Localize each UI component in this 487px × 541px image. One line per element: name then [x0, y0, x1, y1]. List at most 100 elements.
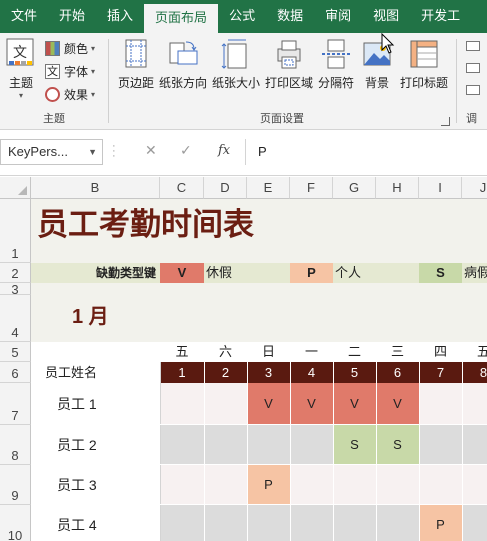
day-number-6[interactable]: 6 [376, 362, 419, 383]
attendance-cell[interactable] [333, 505, 376, 541]
row-header-3[interactable]: 3 [0, 283, 31, 297]
attendance-cell[interactable]: V [247, 383, 290, 425]
scale-icon[interactable] [466, 85, 480, 95]
name-box-dropdown-icon[interactable]: ▼ [88, 140, 97, 164]
column-header-C[interactable]: C [160, 177, 204, 199]
attendance-cell[interactable]: P [247, 465, 290, 505]
legend-desc-V[interactable]: 休假 [206, 263, 232, 283]
fonts-button[interactable]: 文 字体 ▾ [45, 63, 95, 80]
row-header-10[interactable]: 10 [0, 505, 31, 541]
tab-1[interactable]: 开始 [48, 0, 96, 33]
height-icon[interactable] [466, 63, 480, 73]
row-header-6[interactable]: 6 [0, 362, 31, 383]
column-header-H[interactable]: H [376, 177, 419, 199]
day-number-4[interactable]: 4 [290, 362, 333, 383]
orientation-button[interactable]: 纸张方向 [157, 37, 209, 91]
tab-2[interactable]: 插入 [96, 0, 144, 33]
day-number-3[interactable]: 3 [247, 362, 290, 383]
size-button[interactable]: 纸张大小 [210, 37, 262, 91]
attendance-cell[interactable]: V [290, 383, 333, 425]
attendance-cell[interactable] [204, 505, 247, 541]
tab-3[interactable]: 页面布局 [144, 4, 219, 33]
colors-button[interactable]: 颜色 ▾ [45, 40, 95, 57]
row-header-8[interactable]: 8 [0, 425, 31, 465]
enter-icon[interactable]: ✓ [180, 142, 192, 159]
column-header-D[interactable]: D [204, 177, 247, 199]
attendance-cell[interactable] [160, 505, 204, 541]
row-header-9[interactable]: 9 [0, 465, 31, 505]
cancel-icon[interactable]: ✕ [145, 142, 157, 159]
day-number-7[interactable]: 7 [419, 362, 462, 383]
row-header-7[interactable]: 7 [0, 383, 31, 425]
tab-8[interactable]: 开发工 [410, 0, 471, 33]
attendance-cell[interactable] [376, 505, 419, 541]
column-header-G[interactable]: G [333, 177, 376, 199]
margins-button[interactable]: 页边距 [114, 37, 158, 91]
column-header-B[interactable]: B [31, 177, 160, 199]
attendance-cell[interactable] [204, 465, 247, 505]
attendance-cell[interactable]: V [376, 383, 419, 425]
breaks-button[interactable]: 分隔符 [314, 37, 358, 91]
employee-name-header[interactable]: 员工姓名 [31, 362, 160, 383]
legend-desc-P[interactable]: 个人 [335, 263, 361, 283]
attendance-cell[interactable] [462, 383, 487, 425]
page-setup-dialog-launcher-icon[interactable] [441, 117, 450, 126]
attendance-cell[interactable]: S [333, 425, 376, 465]
formula-input[interactable]: P [245, 139, 487, 165]
attendance-cell[interactable] [290, 505, 333, 541]
month-label[interactable]: 1 月 [72, 303, 109, 331]
employee-name[interactable]: 员工 2 [31, 425, 160, 465]
day-number-8[interactable]: 8 [462, 362, 487, 383]
attendance-cell[interactable] [247, 425, 290, 465]
attendance-cell[interactable]: P [419, 505, 462, 541]
attendance-cell[interactable] [419, 383, 462, 425]
attendance-cell[interactable]: S [376, 425, 419, 465]
effects-button[interactable]: 效果 ▾ [45, 86, 95, 103]
attendance-cell[interactable] [333, 465, 376, 505]
tab-4[interactable]: 公式 [218, 0, 266, 33]
attendance-cell[interactable] [160, 383, 204, 425]
theme-button[interactable]: 文 主题 ▾ [4, 37, 38, 100]
absence-key-label[interactable]: 缺勤类型键 [31, 263, 160, 283]
day-number-1[interactable]: 1 [160, 362, 204, 383]
attendance-cell[interactable] [462, 425, 487, 465]
print-area-button[interactable]: 打印区域 [263, 37, 315, 91]
column-header-J[interactable]: J [462, 177, 487, 199]
employee-name[interactable]: 员工 4 [31, 505, 160, 541]
attendance-cell[interactable] [160, 425, 204, 465]
attendance-cell[interactable] [290, 465, 333, 505]
insert-function-icon[interactable]: fx [218, 143, 230, 158]
attendance-cell[interactable] [160, 465, 204, 505]
formula-bar-grip-icon[interactable]: · · · [112, 141, 116, 162]
day-number-2[interactable]: 2 [204, 362, 247, 383]
attendance-cell[interactable] [247, 505, 290, 541]
legend-code-S[interactable]: S [419, 263, 462, 283]
row-header-2[interactable]: 2 [0, 263, 31, 283]
tab-6[interactable]: 审阅 [314, 0, 362, 33]
column-header-E[interactable]: E [247, 177, 290, 199]
tab-7[interactable]: 视图 [362, 0, 410, 33]
legend-code-P[interactable]: P [290, 263, 333, 283]
attendance-cell[interactable]: V [333, 383, 376, 425]
day-number-5[interactable]: 5 [333, 362, 376, 383]
legend-desc-S[interactable]: 病假 [464, 263, 487, 283]
width-icon[interactable] [466, 41, 480, 51]
tab-5[interactable]: 数据 [266, 0, 314, 33]
employee-name[interactable]: 员工 1 [31, 383, 160, 425]
employee-name[interactable]: 员工 3 [31, 465, 160, 505]
attendance-cell[interactable] [419, 465, 462, 505]
tab-0[interactable]: 文件 [0, 0, 48, 33]
attendance-cell[interactable] [204, 383, 247, 425]
print-titles-button[interactable]: 打印标题 [397, 37, 451, 91]
legend-code-V[interactable]: V [160, 263, 204, 283]
column-header-I[interactable]: I [419, 177, 462, 199]
attendance-cell[interactable] [462, 465, 487, 505]
row-header-1[interactable]: 1 [0, 199, 31, 263]
attendance-cell[interactable] [419, 425, 462, 465]
attendance-cell[interactable] [462, 505, 487, 541]
name-box[interactable]: KeyPers... ▼ [0, 139, 103, 165]
row-header-4[interactable]: 4 [0, 295, 31, 342]
sheet-title[interactable]: 员工考勤时间表 [37, 203, 254, 247]
row-header-5[interactable]: 5 [0, 342, 31, 362]
attendance-cell[interactable] [204, 425, 247, 465]
